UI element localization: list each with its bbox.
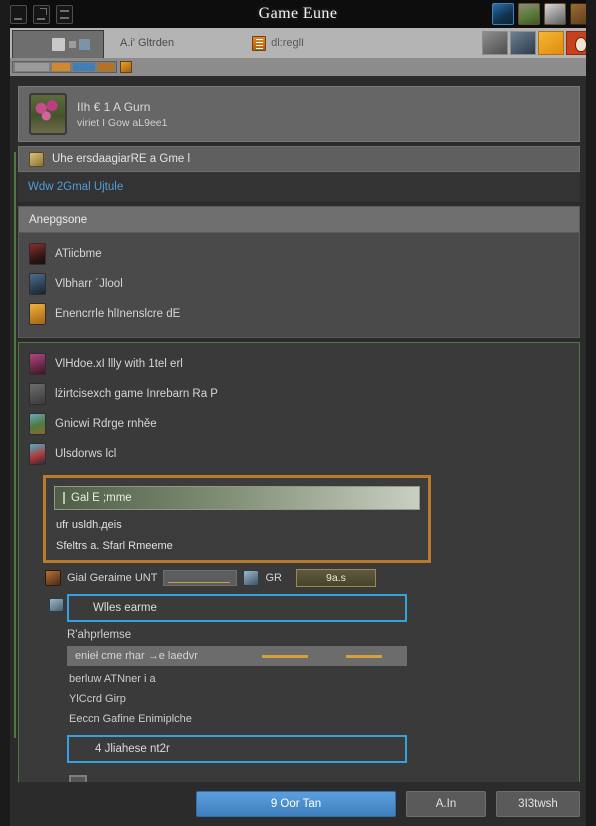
hero-title: IIh € 1 A Gurn <box>77 100 167 114</box>
crate-icon <box>45 570 61 586</box>
gold-text-input[interactable]: Gal E ;mme <box>54 486 420 510</box>
group-panel: Anepgsone ATiicbme Vlbharr ´Jlool Enencr… <box>18 206 580 338</box>
thumb-gray-icon <box>29 383 46 405</box>
hero-card[interactable]: IIh € 1 A Gurn viriet I Gow аL9ee1 <box>18 86 580 142</box>
tab-bar-tools <box>482 28 596 58</box>
application-window: Game Eune A.i' Gltrden dl:reglI <box>0 0 596 826</box>
form-area: Gial Geraime UNT GR 9a.s Wlles earme R'a… <box>45 567 417 782</box>
document-export-icon[interactable] <box>33 5 50 24</box>
document-icon[interactable] <box>10 5 27 24</box>
thumb-blue-map-icon[interactable] <box>492 3 514 25</box>
list-item-label: lżirtcisexch game Inrebarn Ra P <box>55 388 218 400</box>
tool-scene-icon[interactable] <box>510 31 536 55</box>
form-checkbox[interactable] <box>69 775 87 782</box>
shield-icon <box>29 152 44 167</box>
hero-text: IIh € 1 A Gurn viriet I Gow аL9ee1 <box>77 100 167 129</box>
flower-thumbnail-icon <box>29 93 67 135</box>
thumb-white-snow-icon[interactable] <box>544 3 566 25</box>
list-item-label: Ulsdorws lcl <box>55 448 116 460</box>
thumb-blue-icon <box>29 273 46 295</box>
gold-box-line-2: Sfeltrs а. Sfarl Rmeeme <box>54 531 420 552</box>
form-secondary-label: GR <box>265 572 282 584</box>
gold-input-value: Gal E ;mme <box>71 492 132 504</box>
gold-bordered-box: Gal E ;mme ufr usldh.дeis Sfeltrs а. Sfa… <box>43 475 431 563</box>
thumb-cyan-icon <box>29 443 46 465</box>
book-icon <box>252 36 266 51</box>
list-item[interactable]: Vlbharr ´Jlool <box>19 269 579 299</box>
tab-glyph-icon <box>52 38 65 51</box>
tab-active[interactable] <box>12 30 104 58</box>
thumb-pink-icon <box>29 353 46 375</box>
sub-toolbar <box>0 58 596 76</box>
list-item[interactable]: Ulsdorws lcl <box>19 439 579 469</box>
text-caret <box>63 492 65 504</box>
right-edge <box>586 0 596 826</box>
badge-icon[interactable] <box>120 61 132 73</box>
primary-input-value: Wlles earme <box>93 602 157 614</box>
list-item-label: Vlbharr ´Jlool <box>55 278 123 290</box>
list-item[interactable]: lżirtcisexch game Inrebarn Ra P <box>19 379 579 409</box>
list-item[interactable]: Enencrrle hlInenslcre dE <box>19 299 579 329</box>
input-leading-icon <box>49 598 64 612</box>
form-plain-line: R'ahprlemse <box>67 629 417 641</box>
strip-bar-a <box>262 655 308 658</box>
form-label: Gial Geraime UNT <box>67 572 157 584</box>
green-panel: VlHdoe.хI llly with 1tel erl lżirtcisexc… <box>18 342 580 782</box>
form-sub-line[interactable]: YlCcrd Girp <box>55 689 417 709</box>
refresh-button[interactable]: 3I3twsh <box>496 791 580 817</box>
form-sub-line[interactable]: Eeccn Gafine Enimiplche <box>55 709 417 729</box>
content-area: IIh € 1 A Gurn viriet I Gow аL9ee1 Uhe e… <box>0 76 596 782</box>
form-pill-value[interactable]: 9a.s <box>296 569 376 587</box>
list-item-label: VlHdoe.хI llly with 1tel erl <box>55 358 183 370</box>
left-edge <box>0 0 10 826</box>
primary-text-input[interactable]: Wlles earme <box>67 594 407 622</box>
tab-bar: A.i' Gltrden dl:reglI <box>0 28 596 58</box>
form-sub-lines: berluw ATNner i а YlCcrd Girp Eeccn Gafi… <box>55 666 417 729</box>
form-strip[interactable]: enieł cme rhar →e laedvr <box>67 646 407 666</box>
secondary-text-input[interactable]: 4 Jliahese nt2r <box>67 735 407 763</box>
segment-gray <box>15 63 49 71</box>
group-body: ATiicbme Vlbharr ´Jlool Enencrrle hlInen… <box>19 233 579 337</box>
segment-blue <box>73 63 95 71</box>
list-item-label: Enencrrle hlInenslcre dE <box>55 308 180 320</box>
thumb-gold-icon <box>29 303 46 325</box>
list-item-label: Gnicwi Rdrge rnhěe <box>55 418 157 430</box>
tab-item-1-label: dl:reglI <box>271 37 304 49</box>
section-link[interactable]: Wdw 2Gmal Ujtule <box>28 181 123 193</box>
list-item[interactable]: ATiicbme <box>19 239 579 269</box>
title-bar-right-thumbs <box>492 3 596 25</box>
cancel-button[interactable]: A.In <box>406 791 486 817</box>
section-header: Uhe ersdaagiarRE a Gme l <box>18 146 580 172</box>
document-list-icon[interactable] <box>56 5 73 24</box>
tab-item-0[interactable]: A.i' Gltrden <box>104 28 190 58</box>
thumb-land-icon <box>29 413 46 435</box>
gold-box-line-1: ufr usldh.дeis <box>54 510 420 531</box>
title-bar-left-icons <box>0 5 73 24</box>
tool-orange-icon[interactable] <box>538 31 564 55</box>
thumb-green-field-icon[interactable] <box>518 3 540 25</box>
footer-bar: 9 Oor Tan A.In 3I3twsh <box>0 782 596 826</box>
form-field[interactable] <box>163 570 237 586</box>
tab-item-1[interactable]: dl:reglI <box>252 28 304 58</box>
segment-orange2 <box>98 63 114 71</box>
form-row-primary: Gial Geraime UNT GR 9a.s <box>45 567 417 589</box>
list-item-label: ATiicbme <box>55 248 102 260</box>
title-bar: Game Eune <box>0 0 596 28</box>
list-item[interactable]: Gnicwi Rdrge rnhěe <box>19 409 579 439</box>
thumb-red-icon <box>29 243 46 265</box>
list-item[interactable]: VlHdoe.хI llly with 1tel erl <box>19 349 579 379</box>
form-sub-line[interactable]: berluw ATNner i а <box>55 669 417 689</box>
section-title: Uhe ersdaagiarRE a Gme l <box>52 153 190 165</box>
segment-orange <box>52 63 70 71</box>
hero-subtitle: viriet I Gow аL9ee1 <box>77 117 167 129</box>
window-icon <box>243 570 259 586</box>
form-strip-label: enieł cme rhar →e laedvr <box>75 650 198 662</box>
primary-action-button[interactable]: 9 Oor Tan <box>196 791 396 817</box>
group-header: Anepgsone <box>19 207 579 233</box>
strip-bar-b <box>346 655 382 658</box>
tool-gray-icon[interactable] <box>482 31 508 55</box>
progress-pill[interactable] <box>12 61 117 73</box>
section-link-row[interactable]: Wdw 2Gmal Ujtule <box>18 172 580 202</box>
